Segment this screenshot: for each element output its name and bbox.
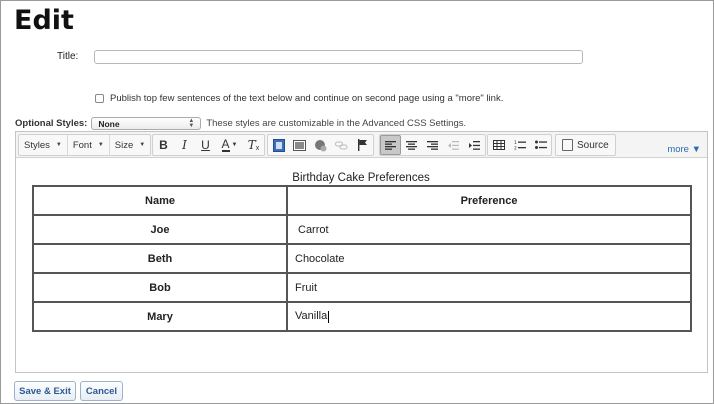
source-button[interactable]: Source bbox=[556, 135, 615, 155]
preference-cell[interactable]: Chocolate bbox=[286, 243, 692, 274]
list-group: 12 bbox=[487, 134, 552, 156]
name-cell[interactable]: Bob bbox=[32, 272, 288, 303]
save-exit-button[interactable]: Save & Exit bbox=[14, 381, 76, 401]
numbered-list-icon[interactable]: 12 bbox=[509, 135, 530, 155]
media-icon[interactable] bbox=[310, 135, 331, 155]
indent-icon[interactable] bbox=[464, 135, 485, 155]
table-icon[interactable] bbox=[488, 135, 509, 155]
font-dropdown-label: Font bbox=[72, 139, 92, 151]
title-input[interactable] bbox=[94, 50, 583, 64]
table-row: Beth Chocolate bbox=[32, 243, 692, 274]
table-row: Joe Carrot bbox=[32, 214, 692, 245]
align-center-icon[interactable] bbox=[401, 135, 422, 155]
insert-group bbox=[267, 134, 374, 156]
name-cell[interactable]: Beth bbox=[32, 243, 288, 274]
table-row: Bob Fruit bbox=[32, 272, 692, 303]
publish-label: Publish top few sentences of the text be… bbox=[110, 93, 504, 104]
text-color-icon[interactable]: A ▼ bbox=[216, 135, 243, 155]
preference-cell[interactable]: Carrot bbox=[286, 214, 692, 245]
table-row: Mary Vanilla bbox=[32, 301, 692, 332]
optional-styles-label: Optional Styles: bbox=[15, 118, 88, 129]
table-header-row: Name Preference bbox=[32, 185, 692, 216]
more-toolbar-link[interactable]: more ▼ bbox=[667, 144, 701, 155]
outdent-icon[interactable] bbox=[443, 135, 464, 155]
chevron-down-icon: ▼ bbox=[55, 142, 62, 148]
page-title: Edit bbox=[14, 5, 74, 36]
optional-styles-row: Optional Styles: None ▲ ▼ These styles ar… bbox=[15, 117, 466, 130]
rich-text-editor: Styles ▼ Font ▼ Size ▼ B I U A ▼ Tx 1 2 … bbox=[15, 131, 708, 373]
chevron-down-icon: ▼ bbox=[139, 142, 146, 148]
svg-text:2: 2 bbox=[514, 146, 517, 151]
table-caption: Birthday Cake Preferences bbox=[292, 172, 430, 184]
select-arrows-icon: ▲ ▼ bbox=[188, 117, 195, 129]
editor-content[interactable]: Birthday Cake Preferences Name Preferenc… bbox=[16, 158, 707, 372]
underline-icon[interactable]: U bbox=[195, 135, 216, 155]
source-button-label: Source bbox=[577, 139, 609, 151]
publish-option: Publish top few sentences of the text be… bbox=[95, 93, 503, 104]
preference-cell-active[interactable]: Vanilla bbox=[286, 301, 692, 332]
editor-toolbar: Styles ▼ Font ▼ Size ▼ B I U A ▼ Tx 1 2 … bbox=[16, 132, 707, 158]
name-cell[interactable]: Mary bbox=[32, 301, 288, 332]
film-icon[interactable] bbox=[268, 135, 289, 155]
format-combos: Styles ▼ Font ▼ Size ▼ bbox=[18, 134, 152, 156]
optional-styles-select[interactable]: None ▲ ▼ bbox=[91, 117, 202, 130]
source-icon bbox=[562, 139, 573, 151]
column-header-preference[interactable]: Preference bbox=[286, 185, 692, 216]
remove-format-icon[interactable]: Tx bbox=[243, 135, 264, 155]
text-cursor bbox=[328, 310, 330, 323]
cancel-button[interactable]: Cancel bbox=[80, 381, 123, 401]
publish-checkbox[interactable] bbox=[95, 94, 104, 103]
source-group: Source bbox=[555, 134, 616, 156]
align-left-icon[interactable] bbox=[380, 135, 401, 155]
column-header-name[interactable]: Name bbox=[32, 185, 288, 216]
title-label: Title: bbox=[57, 51, 79, 62]
italic-icon[interactable]: I bbox=[174, 135, 195, 155]
align-group bbox=[379, 134, 486, 156]
text-format-group: B I U A ▼ Tx bbox=[152, 134, 265, 156]
font-dropdown[interactable]: Font ▼ bbox=[68, 135, 110, 155]
svg-text:1: 1 bbox=[514, 140, 517, 146]
image-icon[interactable] bbox=[289, 135, 310, 155]
bulleted-list-icon[interactable] bbox=[530, 135, 551, 155]
preference-cell[interactable]: Fruit bbox=[286, 272, 692, 303]
chevron-down-icon: ▼ bbox=[97, 142, 104, 148]
styles-dropdown[interactable]: Styles ▼ bbox=[19, 135, 68, 155]
optional-styles-note: These styles are customizable in the Adv… bbox=[206, 118, 467, 129]
flag-icon[interactable] bbox=[352, 135, 373, 155]
preference-cell-text: Vanilla bbox=[295, 310, 328, 323]
content-table: Name Preference Joe Carrot Beth Chocolat… bbox=[32, 185, 692, 332]
bold-icon[interactable]: B bbox=[153, 135, 174, 155]
optional-styles-value: None bbox=[98, 118, 120, 129]
align-right-icon[interactable] bbox=[422, 135, 443, 155]
size-dropdown-label: Size bbox=[114, 139, 134, 151]
styles-dropdown-label: Styles bbox=[24, 139, 50, 151]
size-dropdown[interactable]: Size ▼ bbox=[110, 135, 150, 155]
link-icon[interactable] bbox=[331, 135, 352, 155]
name-cell[interactable]: Joe bbox=[32, 214, 288, 245]
